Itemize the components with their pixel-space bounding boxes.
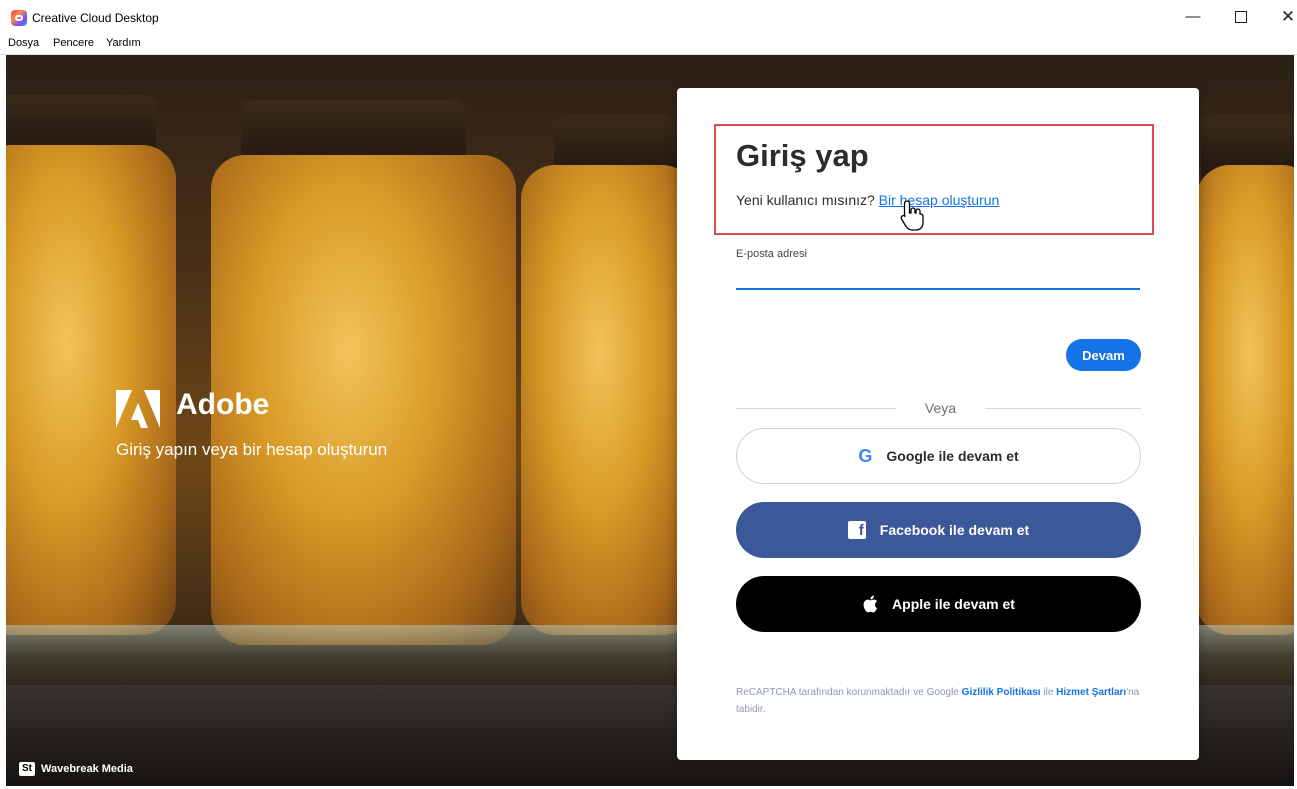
menu-item-file[interactable]: Dosya (8, 37, 39, 49)
legal-middle: ile (1040, 687, 1057, 698)
google-signin-button[interactable]: G Google ile devam et (736, 428, 1141, 484)
privacy-policy-link[interactable]: Gizlilik Politikası (962, 687, 1041, 698)
legal-prefix: ReCAPTCHA tarafından korunmaktadır ve Go… (736, 687, 962, 698)
facebook-signin-button[interactable]: f Facebook ile devam et (736, 502, 1141, 558)
stock-badge-icon: St (19, 762, 35, 776)
menu-item-help[interactable]: Yardım (106, 37, 141, 49)
new-user-text: Yeni kullanıcı mısınız? (736, 192, 879, 208)
honey-jar (1196, 165, 1294, 635)
create-account-link[interactable]: Bir hesap oluşturun (879, 192, 1000, 208)
email-field[interactable] (736, 262, 1140, 290)
new-user-prompt: Yeni kullanıcı mısınız? Bir hesap oluştu… (736, 192, 999, 208)
maximize-button[interactable] (1226, 5, 1256, 29)
title-bar: Creative Cloud Desktop — ✕ (0, 0, 1297, 36)
brand-name: Adobe (176, 388, 270, 421)
facebook-button-label: Facebook ile devam et (879, 522, 1030, 538)
recaptcha-notice: ReCAPTCHA tarafından korunmaktadır ve Go… (736, 684, 1146, 718)
email-label: E-posta adresi (736, 248, 807, 260)
apple-button-label: Apple ile devam et (892, 596, 1015, 612)
menu-item-window[interactable]: Pencere (53, 37, 94, 49)
adobe-logo-icon (116, 390, 160, 428)
page-title: Giriş yap (736, 138, 869, 173)
photo-credit: St Wavebreak Media (19, 762, 133, 776)
creative-cloud-icon (11, 10, 27, 26)
close-button[interactable]: ✕ (1273, 5, 1297, 29)
brand-tagline: Giriş yapın veya bir hesap oluşturun (116, 440, 388, 459)
or-divider: Veya (924, 400, 957, 416)
google-button-label: Google ile devam et (886, 448, 1019, 464)
continue-button[interactable]: Devam (1066, 339, 1141, 371)
terms-link[interactable]: Hizmet Şartları (1056, 687, 1126, 698)
photo-credit-text: Wavebreak Media (41, 762, 133, 775)
honey-jar (521, 165, 696, 635)
minimize-button[interactable]: — (1178, 5, 1208, 29)
menu-bar: Dosya Pencere Yardım (0, 36, 1297, 55)
divider-line (985, 408, 1141, 409)
apple-signin-button[interactable]: Apple ile devam et (736, 576, 1141, 632)
maximize-icon (1235, 11, 1247, 23)
facebook-icon: f (847, 521, 866, 539)
google-icon: G (858, 445, 873, 466)
apple-icon (863, 595, 878, 613)
divider-line (736, 408, 896, 409)
hand-pointer-icon (900, 200, 924, 231)
window-title: Creative Cloud Desktop (32, 11, 159, 25)
